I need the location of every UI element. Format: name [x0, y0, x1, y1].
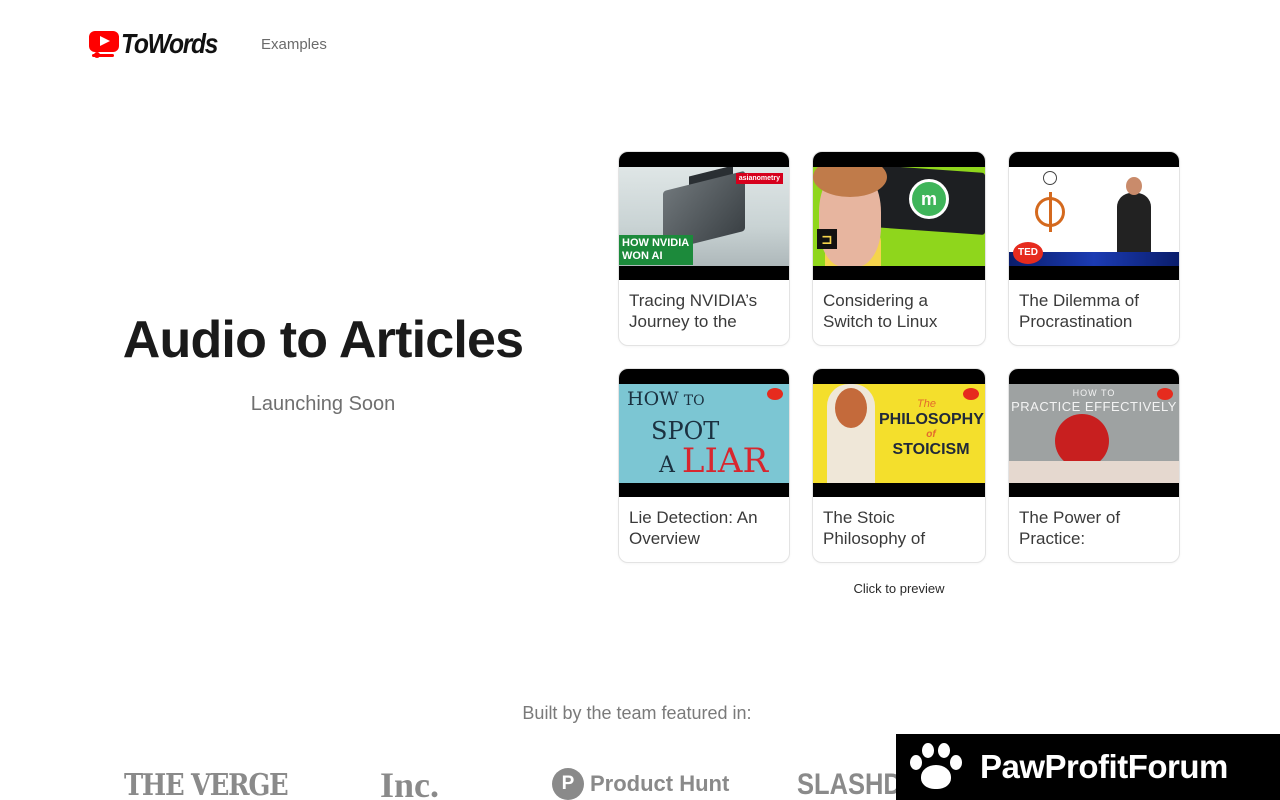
example-card-practice[interactable]: HOW TO PRACTICE EFFECTIVELY The Power of…: [1008, 368, 1180, 563]
ted-logo: TED: [1013, 242, 1043, 264]
product-hunt-icon: P: [552, 768, 584, 800]
video-thumbnail: HOW TO PRACTICE EFFECTIVELY: [1009, 369, 1179, 497]
card-title: Considering a Switch to Linux: [823, 291, 938, 331]
card-title: Tracing NVIDIA’s Journey to the: [629, 291, 758, 331]
video-thumbnail: asianometry HOW NVIDIA WON AI: [619, 152, 789, 280]
slashdot-logo: SLASHD: [797, 768, 902, 800]
thumbnail-caption: HOW TO SPOT A LIAR: [627, 388, 769, 481]
channel-logo-icon: ⊐: [817, 229, 837, 249]
example-card-procrastination[interactable]: TED The Dilemma of Procrastination: [1008, 151, 1180, 346]
card-title: The Stoic Philosophy of: [823, 508, 926, 548]
ted-ed-badge-icon: [963, 388, 979, 400]
click-to-preview-hint: Click to preview: [853, 581, 945, 596]
card-title: The Dilemma of Procrastination: [1019, 291, 1139, 331]
pawprofitforum-banner: PawProfitForum: [896, 734, 1280, 800]
header: ToWords Examples: [0, 0, 1280, 90]
card-title: Lie Detection: An Overview: [629, 508, 758, 548]
example-card-linux[interactable]: m ⊐ Considering a Switch to Linux: [812, 151, 986, 346]
thumbnail-caption: PRACTICE EFFECTIVELY: [1011, 399, 1177, 414]
example-card-nvidia[interactable]: asianometry HOW NVIDIA WON AI Tracing NV…: [618, 151, 790, 346]
paw-icon: [906, 739, 966, 795]
logo-text: ToWords: [121, 28, 218, 59]
hero-subtitle: Launching Soon: [250, 393, 396, 415]
video-thumbnail: TED: [1009, 152, 1179, 280]
product-hunt-logo: P Product Hunt: [552, 768, 729, 800]
youtube-play-icon: [89, 28, 119, 60]
thumbnail-caption: HOW NVIDIA WON AI: [619, 235, 693, 265]
linux-mint-icon: m: [909, 179, 949, 219]
example-cards-grid: asianometry HOW NVIDIA WON AI Tracing NV…: [618, 151, 1180, 563]
nav-examples-link[interactable]: Examples: [261, 36, 327, 53]
thumbnail-caption: PHILOSOPHY of STOICISM: [879, 411, 984, 458]
video-thumbnail: m ⊐: [813, 152, 985, 280]
video-thumbnail: HOW TO SPOT A LIAR: [619, 369, 789, 497]
the-verge-logo: THE VERGE: [124, 768, 289, 800]
inc-logo: Inc.: [380, 765, 440, 800]
example-card-lie-detection[interactable]: HOW TO SPOT A LIAR Lie Detection: An Ove…: [618, 368, 790, 563]
channel-badge: asianometry: [735, 173, 783, 184]
card-title: The Power of Practice:: [1019, 508, 1121, 548]
hero-title: Audio to Articles: [122, 311, 524, 369]
logo[interactable]: ToWords: [89, 28, 230, 60]
featured-in-label: Built by the team featured in:: [522, 703, 752, 723]
video-thumbnail: The PHILOSOPHY of STOICISM: [813, 369, 985, 497]
example-card-stoicism[interactable]: The PHILOSOPHY of STOICISM The Stoic Phi…: [812, 368, 986, 563]
ted-ed-badge-icon: [767, 388, 783, 400]
banner-text: PawProfitForum: [980, 748, 1228, 785]
